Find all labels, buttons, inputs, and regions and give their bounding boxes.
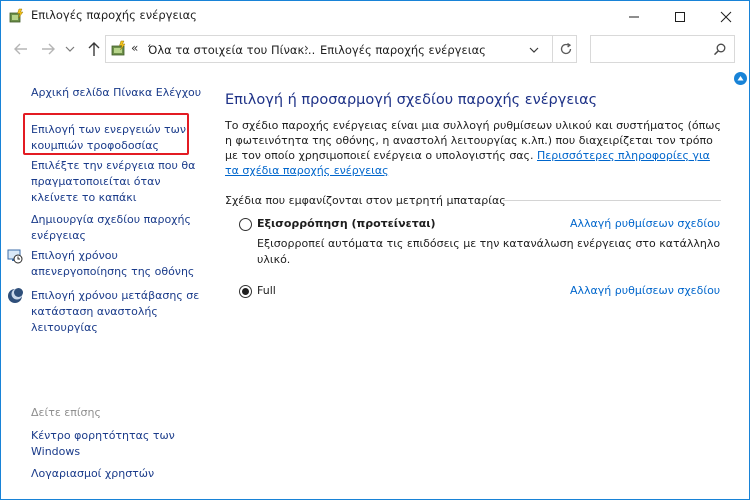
scroll-up-button[interactable] (734, 72, 747, 85)
section-divider (503, 200, 721, 201)
chevron-down-icon (65, 46, 75, 52)
section-heading: Σχέδια που εμφανίζονται στον μετρητή μπα… (225, 194, 506, 207)
forward-button[interactable] (39, 40, 57, 58)
close-button[interactable] (703, 1, 749, 32)
minimize-icon (629, 16, 639, 18)
address-bar[interactable]: « Όλα τα στοιχεία του Πίνακ... › Επιλογέ… (105, 35, 577, 63)
main-content: Επιλογή ή προσαρμογή σχεδίου παροχής ενέ… (211, 66, 731, 499)
plan-full-change-link[interactable]: Αλλαγή ρυθμίσεων σχεδίου (570, 284, 720, 297)
search-input[interactable] (595, 39, 707, 59)
arrow-left-icon (14, 43, 27, 55)
refresh-button[interactable] (552, 36, 578, 62)
plan-full-name[interactable]: Full (257, 284, 276, 297)
sidebar-item-control-panel-home[interactable]: Αρχική σελίδα Πίνακα Ελέγχου (31, 85, 211, 101)
sidebar-item-power-buttons[interactable]: Επιλογή των ενεργειών των κουμπιών τροφο… (31, 122, 191, 154)
vertical-scrollbar[interactable] (731, 66, 749, 499)
close-icon (720, 11, 732, 23)
back-button[interactable] (12, 40, 30, 58)
breadcrumb-all-items[interactable]: Όλα τα στοιχεία του Πίνακ... (148, 43, 315, 57)
power-options-window: Επιλογές παροχής ενέργειας « Όλα τα στοι… (0, 0, 750, 500)
chevron-down-icon (529, 47, 539, 53)
sidebar-item-mobility-center[interactable]: Κέντρο φορητότητας των Windows (31, 428, 201, 460)
arrow-right-icon (42, 43, 55, 55)
caret-up-icon (737, 76, 744, 81)
arrow-up-icon (88, 42, 100, 56)
minimize-button[interactable] (611, 1, 657, 32)
display-timer-icon (7, 248, 23, 264)
search-box[interactable] (590, 35, 735, 63)
sidebar-item-lid-action[interactable]: Επιλέξτε την ενέργεια που θα πραγματοποι… (31, 158, 201, 206)
see-also-heading: Δείτε επίσης (31, 406, 101, 419)
maximize-button[interactable] (657, 1, 703, 32)
control-panel-icon (110, 40, 128, 58)
sidebar-item-display-off-time[interactable]: Επιλογή χρόνου απενεργοποίησης της οθόνη… (31, 248, 201, 280)
sidebar-item-sleep-time[interactable]: Επιλογή χρόνου μετάβασης σε κατάσταση αν… (31, 288, 203, 336)
recent-locations-button[interactable] (63, 40, 77, 58)
title-bar[interactable]: Επιλογές παροχής ενέργειας (1, 1, 749, 32)
sidebar-item-user-accounts[interactable]: Λογαριασμοί χρηστών (31, 466, 211, 482)
plan-balanced-name[interactable]: Εξισορρόπηση (προτείνεται) (257, 217, 436, 230)
breadcrumb-power-options[interactable]: Επιλογές παροχής ενέργειας (320, 43, 486, 57)
up-button[interactable] (85, 40, 103, 58)
sidebar: Αρχική σελίδα Πίνακα Ελέγχου Επιλογή των… (1, 66, 211, 499)
plan-full-radio[interactable] (239, 285, 252, 298)
window-title: Επιλογές παροχής ενέργειας (31, 8, 197, 22)
maximize-icon (675, 12, 685, 22)
address-dropdown-button[interactable] (528, 45, 540, 55)
breadcrumb-separator[interactable]: › (304, 41, 309, 55)
plan-balanced-description: Εξισορροπεί αυτόματα τις επιδόσεις με τη… (257, 237, 721, 266)
plan-balanced-change-link[interactable]: Αλλαγή ρυθμίσεων σχεδίου (570, 217, 720, 230)
sleep-moon-icon (7, 288, 23, 304)
page-title: Επιλογή ή προσαρμογή σχεδίου παροχής ενέ… (225, 92, 598, 108)
refresh-icon (560, 42, 572, 55)
search-icon[interactable] (713, 42, 727, 59)
breadcrumb-overflow[interactable]: « (131, 41, 138, 55)
navigation-bar: « Όλα τα στοιχεία του Πίνακ... › Επιλογέ… (1, 32, 749, 66)
power-options-icon (9, 8, 25, 24)
page-description: Το σχέδιο παροχής ενέργειας είναι μια συ… (225, 118, 725, 178)
sidebar-item-create-plan[interactable]: Δημιουργία σχεδίου παροχής ενέργειας (31, 212, 201, 244)
plan-balanced-radio[interactable] (239, 218, 252, 231)
